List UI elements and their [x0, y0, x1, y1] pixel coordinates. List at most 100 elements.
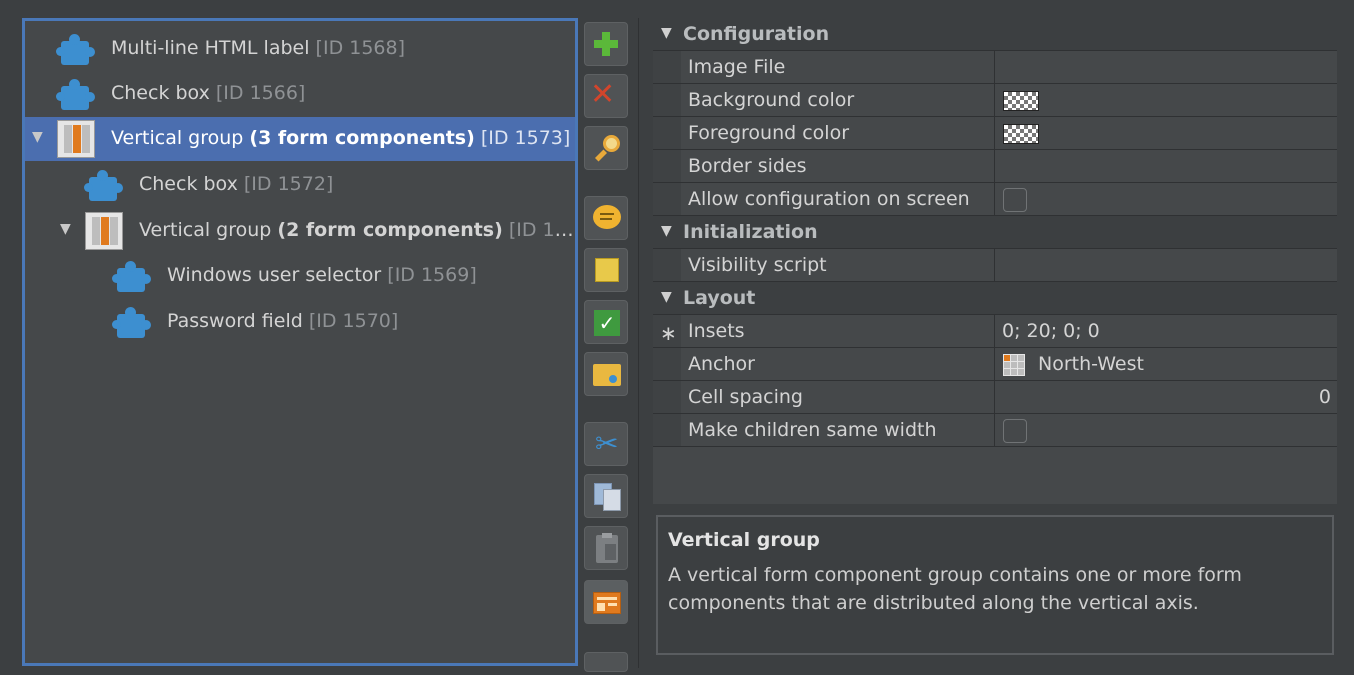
tree-item-label: Multi-line HTML label	[111, 37, 310, 59]
comment-icon	[593, 205, 621, 229]
collapse-arrow-icon[interactable]: ▼	[661, 289, 672, 305]
comment-button[interactable]	[584, 196, 628, 240]
tree-item-vertical-group-1573[interactable]: ▼ Vertical group (3 form components) [ID…	[25, 117, 575, 161]
description-text: A vertical form component group contains…	[668, 564, 1242, 614]
divider	[638, 18, 639, 668]
tree-item-count: (3 form components)	[249, 127, 475, 149]
vertical-group-icon	[85, 212, 123, 250]
copy-button[interactable]	[584, 474, 628, 518]
prop-visibility-script[interactable]: Visibility script	[653, 249, 1337, 282]
puzzle-icon	[111, 304, 151, 342]
section-initialization[interactable]: ▼ Initialization	[653, 216, 1337, 249]
tree-item-id: [ID 1572]	[243, 173, 334, 195]
form-preview-button[interactable]	[584, 580, 628, 624]
section-title: Configuration	[683, 23, 830, 45]
prop-label: Anchor	[688, 353, 755, 375]
expand-arrow-icon[interactable]: ▼	[60, 222, 74, 236]
prop-label: Visibility script	[688, 254, 827, 276]
insets-value[interactable]: 0; 20; 0; 0	[1002, 320, 1100, 342]
prop-label: Allow configuration on screen	[688, 188, 970, 210]
tree-item-id: [ID 1569]	[387, 264, 477, 286]
modified-marker-icon: ∗	[660, 321, 677, 345]
more-button[interactable]	[584, 652, 628, 672]
tree-item-check-box[interactable]: Check box [ID 1566]	[25, 72, 575, 116]
paste-button[interactable]	[584, 526, 628, 570]
puzzle-icon	[55, 76, 95, 114]
folder-settings-icon	[593, 364, 621, 386]
tree-item-count: (2 form components)	[277, 219, 503, 241]
puzzle-icon	[111, 258, 151, 296]
description-panel: Vertical group A vertical form component…	[656, 515, 1334, 655]
component-toolbar: ✕ ✓ ✂	[582, 18, 630, 672]
delete-icon: ✕	[590, 77, 616, 112]
prop-anchor[interactable]: Anchor North-West	[653, 348, 1337, 381]
prop-foreground-color[interactable]: Foreground color	[653, 117, 1337, 150]
tree-item-label: Password field	[167, 310, 303, 332]
anchor-grid-icon	[1003, 354, 1025, 376]
color-swatch[interactable]	[1003, 124, 1039, 144]
search-icon	[593, 133, 623, 163]
cut-icon: ✂	[595, 427, 619, 460]
note-icon	[595, 258, 619, 282]
tree-item-label: Windows user selector	[167, 264, 382, 286]
prop-label: Insets	[688, 320, 745, 342]
prop-insets[interactable]: ∗ Insets 0; 20; 0; 0	[653, 315, 1337, 348]
cut-button[interactable]: ✂	[584, 422, 628, 466]
check-button[interactable]: ✓	[584, 300, 628, 344]
prop-label: Image File	[688, 56, 786, 78]
tree-item-vertical-group-157[interactable]: ▼ Vertical group (2 form components) [ID…	[25, 209, 575, 253]
tree-item-id: [ID 1573]	[480, 127, 571, 149]
section-title: Initialization	[683, 221, 818, 243]
folder-settings-button[interactable]	[584, 352, 628, 396]
tree-item-id: [ID 1566]	[215, 82, 306, 104]
prop-cell-spacing[interactable]: Cell spacing 0	[653, 381, 1337, 414]
delete-button[interactable]: ✕	[584, 74, 628, 118]
prop-allow-configuration[interactable]: Allow configuration on screen	[653, 183, 1337, 216]
expand-arrow-icon[interactable]: ▼	[32, 130, 46, 144]
note-button[interactable]	[584, 248, 628, 292]
tree-item-check-box-1572[interactable]: Check box [ID 1572]	[25, 163, 575, 207]
section-configuration[interactable]: ▼ Configuration	[653, 18, 1337, 51]
component-tree[interactable]: Multi-line HTML label [ID 1568] Check bo…	[22, 18, 578, 666]
prop-border-sides[interactable]: Border sides	[653, 150, 1337, 183]
cell-spacing-value[interactable]: 0	[1319, 386, 1331, 408]
description-title: Vertical group	[668, 529, 820, 551]
prop-label: Make children same width	[688, 419, 937, 441]
properties-table: ▼ Configuration Image File Background co…	[653, 18, 1337, 504]
prop-label: Foreground color	[688, 122, 850, 144]
vertical-group-icon	[57, 120, 95, 158]
tree-item-id: [ID 1570]	[308, 310, 399, 332]
same-width-checkbox[interactable]	[1003, 419, 1027, 443]
tree-item-id: [ID 157…	[508, 219, 575, 241]
prop-background-color[interactable]: Background color	[653, 84, 1337, 117]
section-layout[interactable]: ▼ Layout	[653, 282, 1337, 315]
prop-make-children-same-width[interactable]: Make children same width	[653, 414, 1337, 447]
allow-config-checkbox[interactable]	[1003, 188, 1027, 212]
tree-item-label: Check box	[139, 173, 238, 195]
section-title: Layout	[683, 287, 756, 309]
tree-item-label: Check box	[111, 82, 210, 104]
puzzle-icon	[55, 31, 95, 69]
puzzle-icon	[83, 167, 123, 205]
prop-label: Border sides	[688, 155, 807, 177]
tree-item-label: Vertical group	[111, 127, 244, 149]
add-button[interactable]	[584, 22, 628, 66]
anchor-value[interactable]: North-West	[1038, 353, 1144, 375]
color-swatch[interactable]	[1003, 91, 1039, 111]
check-icon: ✓	[594, 310, 620, 336]
copy-icon	[594, 483, 622, 511]
paste-icon	[596, 533, 618, 563]
prop-label: Background color	[688, 89, 855, 111]
collapse-arrow-icon[interactable]: ▼	[661, 223, 672, 239]
prop-label: Cell spacing	[688, 386, 803, 408]
prop-image-file[interactable]: Image File	[653, 51, 1337, 84]
tree-item-multiline-html-label[interactable]: Multi-line HTML label [ID 1568]	[25, 27, 575, 71]
search-button[interactable]	[584, 126, 628, 170]
add-icon	[594, 32, 618, 56]
collapse-arrow-icon[interactable]: ▼	[661, 25, 672, 41]
tree-item-label: Vertical group	[139, 219, 272, 241]
tree-item-id: [ID 1568]	[315, 37, 405, 59]
tree-item-windows-user-selector[interactable]: Windows user selector [ID 1569]	[25, 254, 575, 298]
form-preview-icon	[593, 592, 621, 614]
tree-item-password-field[interactable]: Password field [ID 1570]	[25, 300, 575, 344]
